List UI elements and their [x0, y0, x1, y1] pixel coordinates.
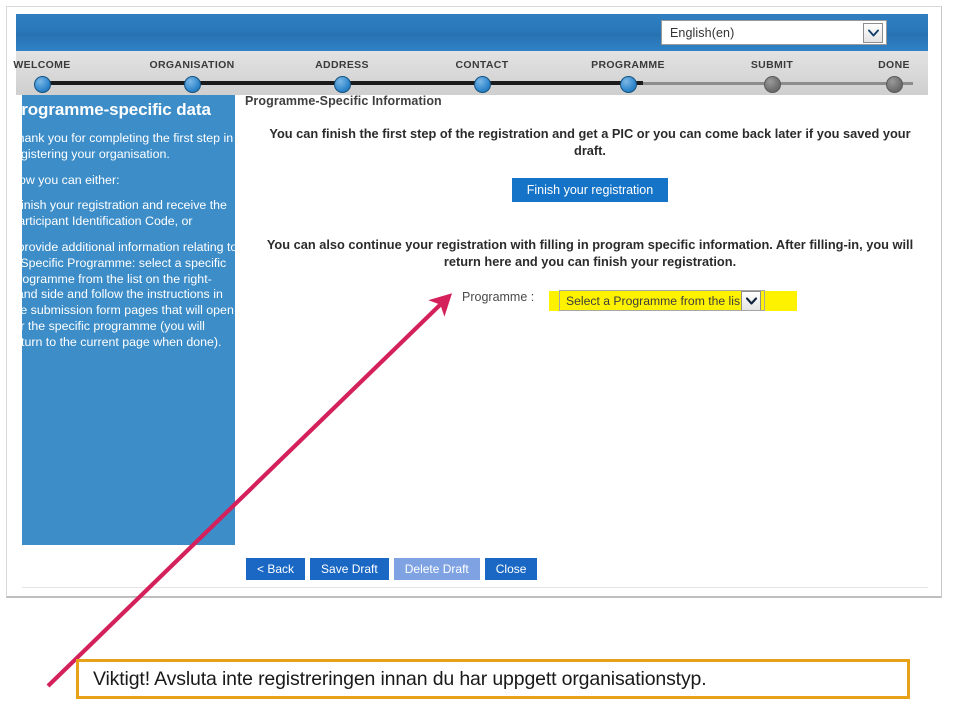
- registration-info-paragraph-2: You can also continue your registration …: [266, 237, 914, 269]
- stepper-step-label: PROGRAMME: [591, 59, 665, 71]
- save-draft-button[interactable]: Save Draft: [310, 558, 389, 580]
- footer-divider: [22, 587, 928, 588]
- help-panel: Programme-specific data Thank you for co…: [22, 95, 235, 545]
- programme-field-row: Programme :: [462, 290, 544, 304]
- help-panel-paragraph: Now you can either:: [22, 172, 120, 187]
- stepper-step-label: DONE: [878, 59, 910, 71]
- stepper-step-done[interactable]: DONE: [819, 51, 928, 93]
- screenshot-frame: English(en) WELCOME ORGANISATION ADDRESS…: [6, 6, 942, 598]
- help-panel-paragraph: - provide additional information relatin…: [22, 239, 235, 349]
- help-panel-title: Programme-specific data: [22, 100, 211, 119]
- chevron-down-icon[interactable]: [741, 291, 761, 310]
- chevron-down-icon[interactable]: [863, 22, 883, 43]
- stepper-step-dot: [619, 76, 637, 93]
- stepper-step-contact[interactable]: CONTACT: [407, 51, 557, 93]
- stepper-step-dot: [473, 76, 491, 93]
- stepper-step-dot: [763, 76, 781, 93]
- close-button[interactable]: Close: [484, 558, 538, 580]
- registration-info-paragraph-1: You can finish the first step of the reg…: [269, 126, 911, 158]
- finish-registration-button[interactable]: Finish your registration: [512, 178, 668, 202]
- top-banner: English(en): [16, 14, 928, 51]
- help-panel-paragraph: Thank you for completing the first step …: [22, 131, 234, 161]
- language-select[interactable]: English(en): [661, 20, 887, 45]
- programme-select-value: Select a Programme from the lis: [566, 293, 741, 308]
- stepper-step-label: WELCOME: [13, 59, 71, 71]
- back-button[interactable]: < Back: [246, 558, 306, 580]
- help-panel-paragraph: - finish your registration and receive t…: [22, 198, 227, 229]
- stepper-step-dot: [183, 76, 201, 93]
- stepper-step-label: ADDRESS: [315, 59, 369, 71]
- application-viewport: English(en) WELCOME ORGANISATION ADDRESS…: [7, 7, 928, 595]
- stepper-step-address[interactable]: ADDRESS: [267, 51, 417, 93]
- annotation-caption-text: Viktigt! Avsluta inte registreringen inn…: [93, 667, 707, 690]
- registration-stepper: WELCOME ORGANISATION ADDRESS CONTACT PRO…: [13, 51, 928, 95]
- form-action-bar: < Back Save Draft Delete Draft Close: [246, 558, 538, 580]
- stepper-step-dot: [885, 76, 903, 93]
- stepper-step-dot: [33, 76, 51, 93]
- stepper-step-label: ORGANISATION: [149, 59, 235, 71]
- stepper-step-welcome[interactable]: WELCOME: [7, 51, 117, 93]
- programme-select[interactable]: Select a Programme from the lis: [559, 290, 765, 311]
- language-select-value: English(en): [670, 25, 735, 40]
- stepper-step-dot: [333, 76, 351, 93]
- stepper-step-label: CONTACT: [455, 59, 509, 71]
- delete-draft-button: Delete Draft: [393, 558, 480, 580]
- annotation-caption-box: Viktigt! Avsluta inte registreringen inn…: [76, 659, 910, 699]
- stepper-step-organisation[interactable]: ORGANISATION: [117, 51, 267, 93]
- stepper-step-programme[interactable]: PROGRAMME: [553, 51, 703, 93]
- programme-label: Programme :: [462, 290, 535, 304]
- page-title: Programme-Specific Information: [245, 94, 442, 108]
